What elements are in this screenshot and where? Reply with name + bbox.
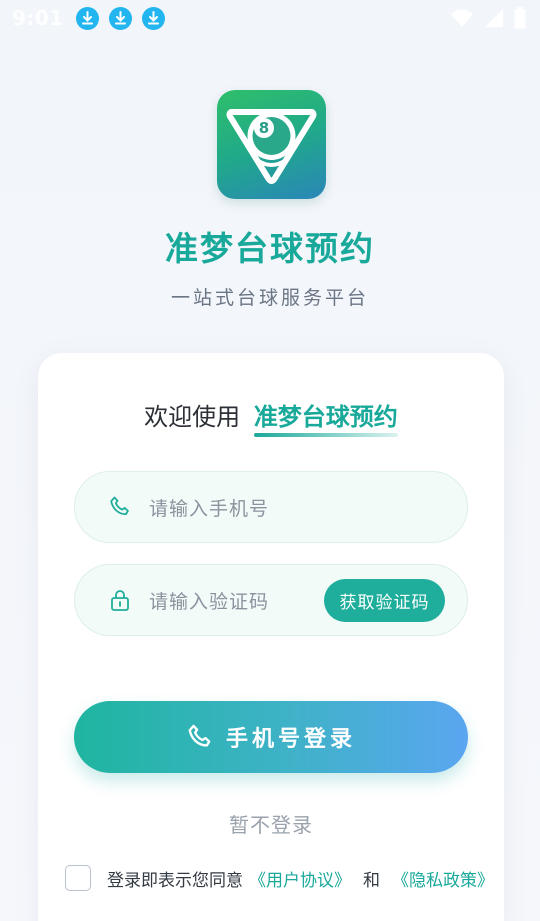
status-time: 9:01 [12,6,64,30]
app-subtitle: 一站式台球服务平台 [170,287,369,309]
login-button-label: 手机号登录 [225,727,356,752]
privacy-policy-link[interactable]: 《隐私政策》 [392,866,494,891]
billiard-ball-icon: 8 [226,109,317,184]
wifi-icon [450,8,474,32]
user-agreement-link[interactable]: 《用户协议》 [249,866,351,891]
code-placeholder: 请输入验证码 [149,590,270,613]
and-text: 和 [363,870,380,891]
phone-icon [107,494,133,520]
phone-icon [186,723,214,751]
get-code-button[interactable]: 获取验证码 [324,579,445,622]
welcome-heading: 欢迎使用 准梦台球预约 [38,397,504,432]
download-icon [141,6,165,30]
phone-input[interactable]: 请输入手机号 [74,471,468,543]
phone-placeholder: 请输入手机号 [149,497,270,520]
status-bar: 9:01 [0,0,540,36]
signal-icon [484,8,504,32]
app-title: 准梦台球预约 [165,229,375,268]
skip-login-link[interactable]: 暂不登录 [38,809,504,838]
welcome-brand: 准梦台球预约 [253,403,398,431]
agreement-text: 登录即表示您同意 [107,870,243,891]
login-card: 欢迎使用 准梦台球预约 请输入手机号 请输入验证码 获取验证码 手机号登录 暂不… [38,353,504,921]
agreement-checkbox[interactable] [65,865,91,891]
verification-code-input[interactable]: 请输入验证码 获取验证码 [74,564,468,636]
phone-login-button[interactable]: 手机号登录 [74,701,468,773]
svg-text:8: 8 [259,119,269,137]
status-right-icons [450,7,526,33]
lock-icon [107,587,133,613]
agreement-row: 登录即表示您同意 《用户协议》 和 《隐私政策》 [65,865,500,891]
battery-icon [514,7,526,33]
download-icon [75,6,99,30]
app-logo: 8 [217,90,326,199]
download-icon [108,6,132,30]
welcome-prefix: 欢迎使用 [144,403,241,431]
